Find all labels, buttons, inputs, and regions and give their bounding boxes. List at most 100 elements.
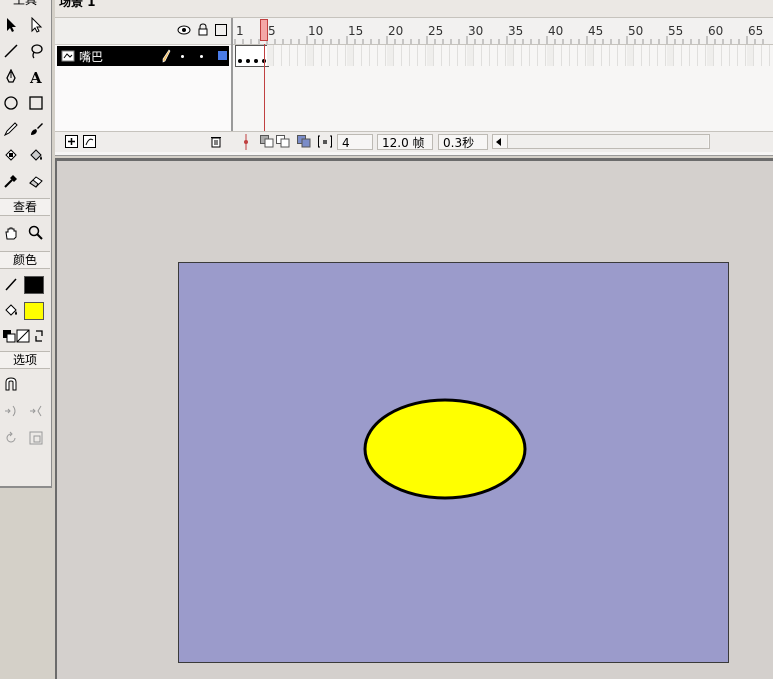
frame-cell[interactable] <box>667 45 674 66</box>
frame-cell[interactable] <box>675 45 682 66</box>
frame-cell[interactable] <box>379 45 386 66</box>
elapsed-time-field[interactable]: 0.3秒 <box>438 134 488 150</box>
frame-cell[interactable] <box>747 45 754 66</box>
center-frame-icon[interactable] <box>242 134 250 153</box>
frame-cell[interactable] <box>563 45 570 66</box>
frame-cell[interactable] <box>523 45 530 66</box>
frame-cell[interactable] <box>587 45 594 66</box>
frame-grid[interactable] <box>233 45 773 67</box>
lasso-tool-icon[interactable] <box>25 40 47 62</box>
frame-cell[interactable] <box>531 45 538 66</box>
frame-cell[interactable] <box>731 45 738 66</box>
frame-cell[interactable] <box>755 45 762 66</box>
frame-cell[interactable] <box>515 45 522 66</box>
onion-skin-outlines-icon[interactable] <box>276 135 290 151</box>
frame-cell[interactable] <box>571 45 578 66</box>
outline-icon[interactable] <box>215 24 227 36</box>
frame-cell[interactable] <box>707 45 714 66</box>
frame-cell[interactable] <box>291 45 298 66</box>
frame-cell[interactable] <box>483 45 490 66</box>
frame-cell[interactable] <box>619 45 626 66</box>
frame-cell[interactable] <box>683 45 690 66</box>
stage[interactable] <box>178 262 729 663</box>
frame-cell[interactable] <box>603 45 610 66</box>
ink-bottle-tool-icon[interactable] <box>0 144 22 166</box>
visible-dot-icon[interactable] <box>181 55 184 58</box>
frame-cell[interactable] <box>339 45 346 66</box>
add-guide-layer-icon[interactable] <box>83 135 96 151</box>
frame-cell[interactable] <box>475 45 482 66</box>
frame-cell[interactable] <box>395 45 402 66</box>
playhead-handle[interactable] <box>260 19 268 41</box>
frame-cell[interactable] <box>635 45 642 66</box>
eyedropper-tool-icon[interactable] <box>0 170 22 192</box>
modify-onion-markers-icon[interactable] <box>318 135 332 151</box>
zoom-tool-icon[interactable] <box>25 222 47 244</box>
frame-cell[interactable] <box>307 45 314 66</box>
current-frame-field[interactable]: 4 <box>337 134 373 150</box>
brush-tool-icon[interactable] <box>25 118 47 140</box>
frame-cell[interactable] <box>467 45 474 66</box>
frame-cell[interactable] <box>411 45 418 66</box>
hand-tool-icon[interactable] <box>0 222 22 244</box>
frame-cell[interactable] <box>723 45 730 66</box>
scroll-left-icon[interactable] <box>496 138 501 146</box>
pen-tool-icon[interactable] <box>0 66 22 88</box>
frame-cell[interactable] <box>539 45 546 66</box>
add-layer-icon[interactable] <box>65 135 78 151</box>
rectangle-tool-icon[interactable] <box>25 92 47 114</box>
frame-cell[interactable] <box>451 45 458 66</box>
eraser-tool-icon[interactable] <box>25 170 47 192</box>
frame-cell[interactable] <box>427 45 434 66</box>
fill-color-swatch[interactable] <box>24 302 44 320</box>
frame-cell[interactable] <box>403 45 410 66</box>
frame-cell[interactable] <box>459 45 466 66</box>
frame-cell[interactable] <box>555 45 562 66</box>
line-tool-icon[interactable] <box>0 40 22 62</box>
frame-cell[interactable] <box>739 45 746 66</box>
frame-cell[interactable] <box>547 45 554 66</box>
frame-cell[interactable] <box>491 45 498 66</box>
frame-cell[interactable] <box>435 45 442 66</box>
swap-colors-icon[interactable] <box>28 325 50 347</box>
frame-cell[interactable] <box>643 45 650 66</box>
oval-tool-icon[interactable] <box>0 92 22 114</box>
frame-cell[interactable] <box>283 45 290 66</box>
magnet-icon[interactable] <box>0 373 22 395</box>
delete-layer-icon[interactable] <box>210 135 222 151</box>
frame-cell[interactable] <box>763 45 770 66</box>
frame-cell[interactable] <box>627 45 634 66</box>
frame-cell[interactable] <box>651 45 658 66</box>
mouth-ellipse[interactable] <box>362 397 528 501</box>
arrow-tool-icon[interactable] <box>0 14 22 36</box>
frame-cell[interactable] <box>371 45 378 66</box>
frame-cell[interactable] <box>323 45 330 66</box>
outline-color-icon[interactable] <box>218 51 227 60</box>
stroke-color-swatch[interactable] <box>24 276 44 294</box>
frame-ruler[interactable]: 1 5 10 15 20 25 30 35 40 45 50 55 60 65 <box>233 18 773 45</box>
lock-icon[interactable] <box>197 23 209 39</box>
frame-cell[interactable] <box>499 45 506 66</box>
paint-bucket-tool-icon[interactable] <box>25 144 47 166</box>
eye-icon[interactable] <box>177 24 191 39</box>
frame-cell[interactable] <box>355 45 362 66</box>
frame-cell[interactable] <box>315 45 322 66</box>
lock-dot-icon[interactable] <box>200 55 203 58</box>
subselect-tool-icon[interactable] <box>25 14 47 36</box>
frame-cell[interactable] <box>715 45 722 66</box>
frame-cell[interactable] <box>275 45 282 66</box>
frame-cell[interactable] <box>507 45 514 66</box>
pencil-tool-icon[interactable] <box>0 118 22 140</box>
frame-cell[interactable] <box>691 45 698 66</box>
frame-cell[interactable] <box>267 45 274 66</box>
frame-cell[interactable] <box>363 45 370 66</box>
layer-name[interactable]: 嘴巴 <box>79 48 103 65</box>
text-tool-icon[interactable]: A <box>25 66 47 88</box>
onion-skin-icon[interactable] <box>260 135 274 151</box>
frame-cell[interactable] <box>347 45 354 66</box>
frame-cell[interactable] <box>699 45 706 66</box>
scroll-thumb[interactable] <box>507 135 708 148</box>
layer-row[interactable]: 嘴巴 <box>57 46 229 66</box>
scene-title[interactable]: 场景 1 <box>59 0 96 10</box>
frame-cell[interactable] <box>579 45 586 66</box>
